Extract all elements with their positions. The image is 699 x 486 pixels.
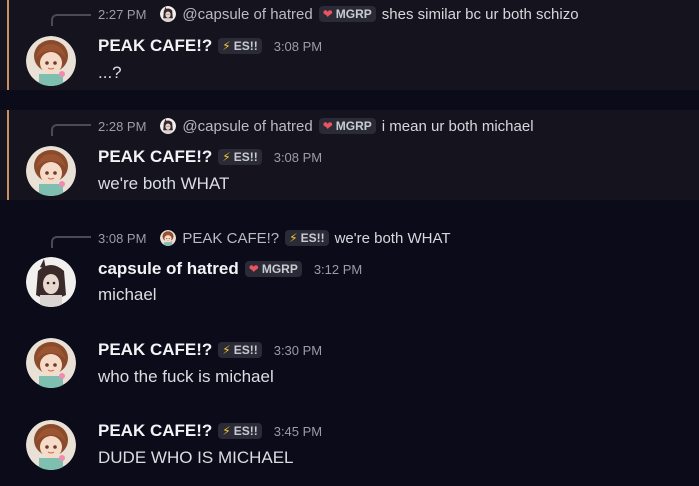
reply-spine [51,124,91,136]
heart-icon: ❤ [248,262,259,276]
reply-spine [51,14,91,26]
message-header: capsule of hatred ❤ MGRP 3:12 PM [98,258,362,280]
reply-avatar [160,118,176,134]
timestamp: 3:12 PM [313,261,363,277]
reply-avatar [160,230,176,246]
reply-author[interactable]: @capsule of hatred [182,6,312,23]
author-name[interactable]: capsule of hatred [98,259,239,279]
role-tag: ❤ MGRP [318,118,376,134]
avatar[interactable] [26,36,76,86]
author-name[interactable]: PEAK CAFE!? [98,340,212,360]
message[interactable]: PEAK CAFE!? ⚡ ES!! 3:45 PM DUDE WHO IS MI… [0,410,699,480]
reply-timestamp: 2:28 PM [98,118,147,134]
lightning-icon: ⚡ [222,39,231,53]
reply-avatar [160,6,176,22]
reply-preview[interactable]: 3:08 PM PEAK CAFE!? ⚡ ES!! we're both WHA… [98,228,451,248]
message-content: ...? [98,63,122,82]
reply-text: shes similar bc ur both schizo [381,5,579,23]
role-tag: ⚡ ES!! [218,342,262,358]
reply-timestamp: 3:08 PM [98,230,147,246]
message-content: michael [98,285,157,304]
author-name[interactable]: PEAK CAFE!? [98,421,212,441]
reply-text: we're both WHAT [334,229,451,247]
avatar[interactable] [26,146,76,196]
heart-icon: ❤ [322,7,333,21]
role-tag: ❤ MGRP [244,261,302,277]
lightning-icon: ⚡ [222,150,231,164]
reply-text: i mean ur both michael [381,117,534,135]
role-tag: ⚡ ES!! [218,38,262,54]
timestamp: 3:08 PM [273,38,323,54]
reply-author[interactable]: PEAK CAFE!? [182,230,279,247]
message-header: PEAK CAFE!? ⚡ ES!! 3:45 PM [98,420,322,442]
avatar[interactable] [26,257,76,307]
message-content: DUDE WHO IS MICHAEL [98,448,294,467]
lightning-icon: ⚡ [289,231,298,245]
message-content: we're both WHAT [98,174,230,193]
timestamp: 3:08 PM [273,149,323,165]
avatar[interactable] [26,420,76,470]
avatar[interactable] [26,338,76,388]
message[interactable]: 2:28 PM @capsule of hatred ❤ MGRP i mean … [0,110,699,200]
role-tag: ⚡ ES!! [285,230,329,246]
heart-icon: ❤ [322,119,333,133]
message-header: PEAK CAFE!? ⚡ ES!! 3:08 PM [98,35,322,57]
role-tag: ⚡ ES!! [218,423,262,439]
reply-timestamp: 2:27 PM [98,6,147,22]
reply-preview[interactable]: 2:27 PM @capsule of hatred ❤ MGRP shes si… [98,4,579,24]
chat-messages: 2:27 PM @capsule of hatred ❤ MGRP shes si… [0,0,699,486]
role-tag: ⚡ ES!! [218,149,262,165]
message[interactable]: PEAK CAFE!? ⚡ ES!! 3:30 PM who the fuck i… [0,330,699,400]
message-header: PEAK CAFE!? ⚡ ES!! 3:08 PM [98,146,322,168]
timestamp: 3:30 PM [273,342,323,358]
message-header: PEAK CAFE!? ⚡ ES!! 3:30 PM [98,339,322,361]
author-name[interactable]: PEAK CAFE!? [98,36,212,56]
lightning-icon: ⚡ [222,424,231,438]
author-name[interactable]: PEAK CAFE!? [98,147,212,167]
reply-preview[interactable]: 2:28 PM @capsule of hatred ❤ MGRP i mean … [98,116,534,136]
message[interactable]: 3:08 PM PEAK CAFE!? ⚡ ES!! we're both WHA… [0,220,699,310]
lightning-icon: ⚡ [222,343,231,357]
message[interactable]: 2:27 PM @capsule of hatred ❤ MGRP shes si… [0,0,699,90]
reply-spine [51,236,91,248]
timestamp: 3:45 PM [273,423,323,439]
message-content: who the fuck is michael [98,367,274,386]
role-tag: ❤ MGRP [318,6,376,22]
reply-author[interactable]: @capsule of hatred [182,118,312,135]
